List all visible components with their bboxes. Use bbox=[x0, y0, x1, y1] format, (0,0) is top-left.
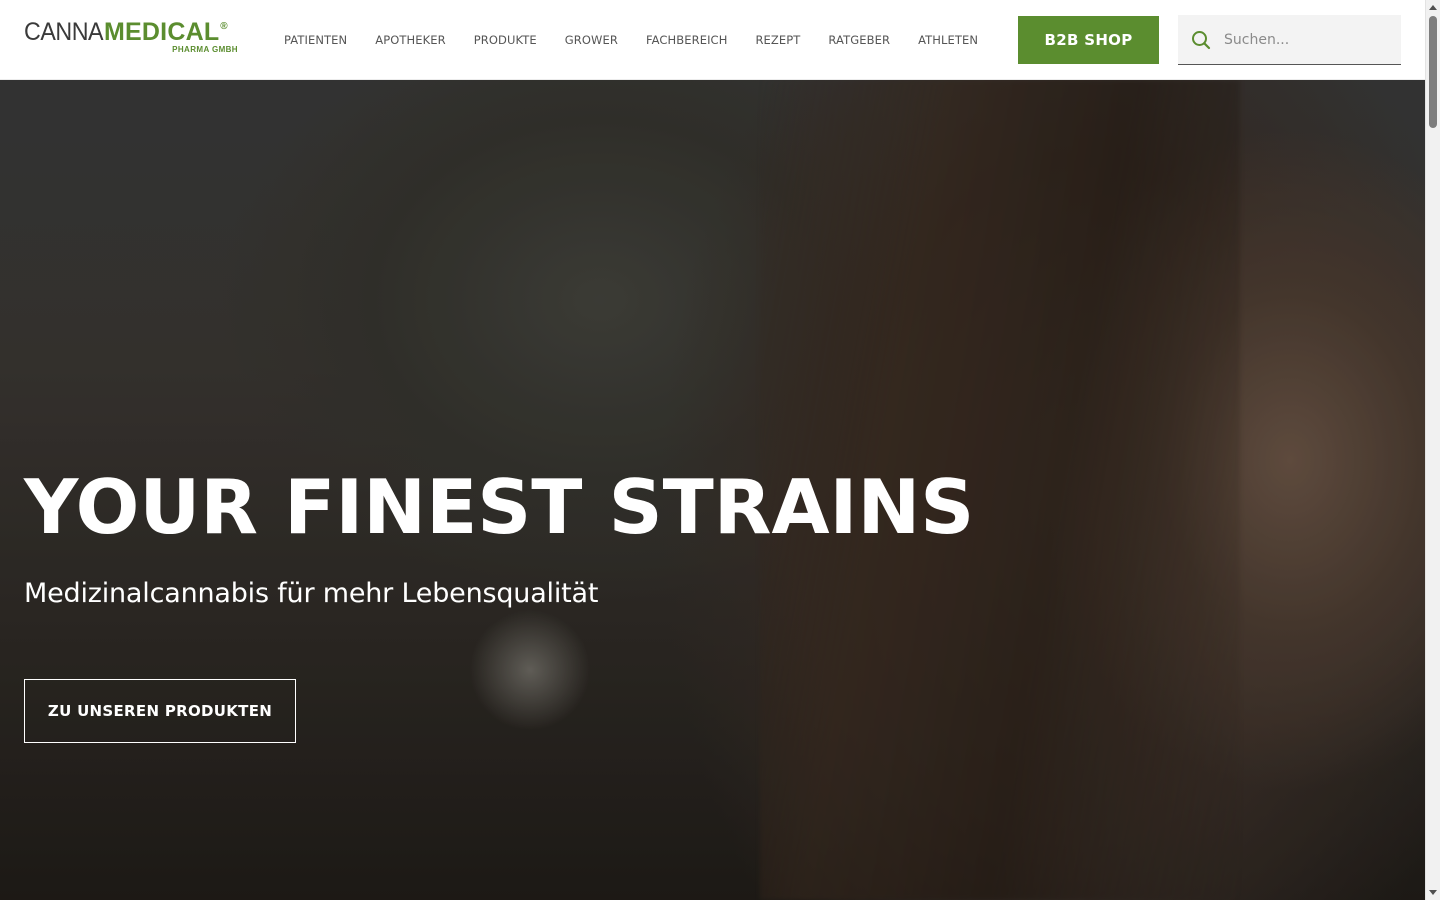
nav-item-apotheker[interactable]: APOTHEKER bbox=[375, 33, 446, 47]
logo-subtitle: PHARMA GMBH bbox=[172, 45, 238, 54]
search-box bbox=[1178, 15, 1401, 65]
nav-item-patienten[interactable]: PATIENTEN bbox=[284, 33, 347, 47]
logo-wordmark: CANNA MEDICAL ® bbox=[24, 20, 246, 45]
logo-registered-mark: ® bbox=[220, 21, 228, 32]
search-input[interactable] bbox=[1224, 19, 1394, 60]
hero-title: YOUR FINEST STRAINS bbox=[24, 463, 975, 551]
nav-item-grower[interactable]: GROWER bbox=[565, 33, 618, 47]
logo[interactable]: CANNA MEDICAL ® PHARMA GMBH bbox=[24, 20, 246, 58]
nav-item-ratgeber[interactable]: RATGEBER bbox=[828, 33, 890, 47]
nav-item-rezept[interactable]: REZEPT bbox=[755, 33, 800, 47]
search-icon[interactable] bbox=[1178, 15, 1224, 65]
nav-item-athleten[interactable]: ATHLETEN bbox=[918, 33, 978, 47]
scroll-up-arrow-icon[interactable] bbox=[1429, 5, 1437, 10]
scrollbar-thumb[interactable] bbox=[1429, 16, 1437, 128]
hero-subtitle: Medizinalcannabis für mehr Lebensqualitä… bbox=[24, 578, 599, 609]
logo-canna-text: CANNA bbox=[24, 18, 104, 46]
site-header: CANNA MEDICAL ® PHARMA GMBH PATIENTEN AP… bbox=[0, 0, 1425, 80]
hero-section: YOUR FINEST STRAINS Medizinalcannabis fü… bbox=[0, 80, 1425, 900]
nav-item-fachbereich[interactable]: FACHBEREICH bbox=[646, 33, 727, 47]
b2b-shop-button[interactable]: B2B SHOP bbox=[1018, 16, 1159, 64]
products-cta-button[interactable]: ZU UNSEREN PRODUKTEN bbox=[24, 679, 296, 743]
scroll-down-arrow-icon[interactable] bbox=[1429, 890, 1437, 895]
logo-medical-text: MEDICAL bbox=[104, 18, 220, 46]
nav-item-produkte[interactable]: PRODUKTE bbox=[474, 33, 537, 47]
page-scrollbar[interactable] bbox=[1425, 0, 1440, 900]
main-nav: PATIENTEN APOTHEKER PRODUKTE GROWER FACH… bbox=[284, 0, 1006, 80]
